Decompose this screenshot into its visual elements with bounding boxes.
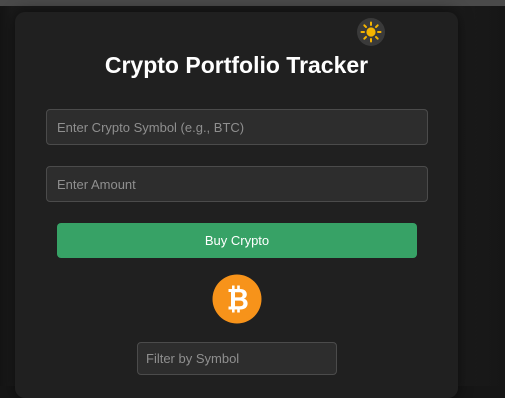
theme-toggle-button[interactable] (357, 18, 385, 46)
bitcoin-icon (212, 274, 262, 324)
buy-crypto-button[interactable]: Buy Crypto (57, 223, 417, 258)
amount-input[interactable] (46, 166, 428, 202)
page-background: Crypto Portfolio Tracker Buy Crypto (0, 6, 505, 398)
crypto-symbol-input[interactable] (46, 109, 428, 145)
filter-symbol-input[interactable] (137, 342, 337, 375)
page-title: Crypto Portfolio Tracker (104, 52, 369, 78)
sun-icon (360, 21, 382, 43)
